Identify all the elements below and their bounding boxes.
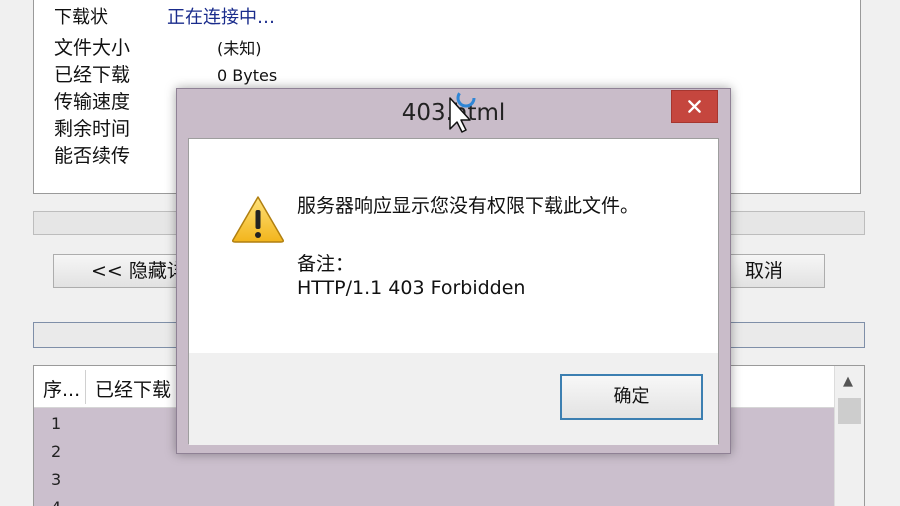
mouse-cursor-icon	[449, 88, 476, 133]
status-value: 正在连接中…	[167, 7, 275, 28]
column-header-downloaded[interactable]: 已经下载	[95, 375, 171, 402]
downloaded-label: 已经下载	[54, 64, 131, 86]
close-icon	[688, 100, 701, 113]
speed-label: 传输速度	[54, 91, 131, 113]
scroll-thumb[interactable]	[838, 398, 861, 424]
column-divider[interactable]	[85, 370, 86, 404]
time-left-label: 剩余时间	[54, 118, 131, 140]
column-header-seq[interactable]: 序...	[43, 375, 80, 402]
list-item[interactable]: 4	[51, 498, 61, 506]
dialog-message: 服务器响应显示您没有权限下载此文件。	[297, 195, 640, 217]
close-button[interactable]	[671, 90, 718, 123]
dialog-content: 服务器响应显示您没有权限下载此文件。 备注： HTTP/1.1 403 Forb…	[188, 138, 719, 445]
info-labels: 文件大小 已经下载 传输速度 剩余时间 能否续传	[54, 35, 130, 170]
downloaded-value: 0 Bytes	[217, 66, 278, 85]
warning-icon	[232, 196, 284, 243]
ok-button[interactable]: 确定	[560, 374, 703, 420]
note-value: HTTP/1.1 403 Forbidden	[297, 277, 526, 299]
list-item[interactable]: 1	[51, 414, 61, 433]
error-dialog: 403.html 服务器响应显示您没有权限下载此文件。 备注： HTTP/1.1…	[176, 88, 731, 454]
dialog-button-area: 确定	[189, 353, 718, 445]
scroll-up-icon[interactable]: ▲	[843, 374, 853, 389]
vertical-scrollbar[interactable]: ▲	[834, 366, 864, 506]
list-item[interactable]: 2	[51, 442, 61, 461]
list-item[interactable]: 3	[51, 470, 61, 489]
file-size-value: (未知)	[217, 39, 262, 58]
file-size-label: 文件大小	[54, 37, 131, 59]
info-values: (未知) 0 Bytes	[217, 35, 277, 89]
status-label: 下载状	[54, 7, 108, 28]
note-label: 备注：	[297, 253, 355, 275]
resume-label: 能否续传	[54, 145, 131, 167]
